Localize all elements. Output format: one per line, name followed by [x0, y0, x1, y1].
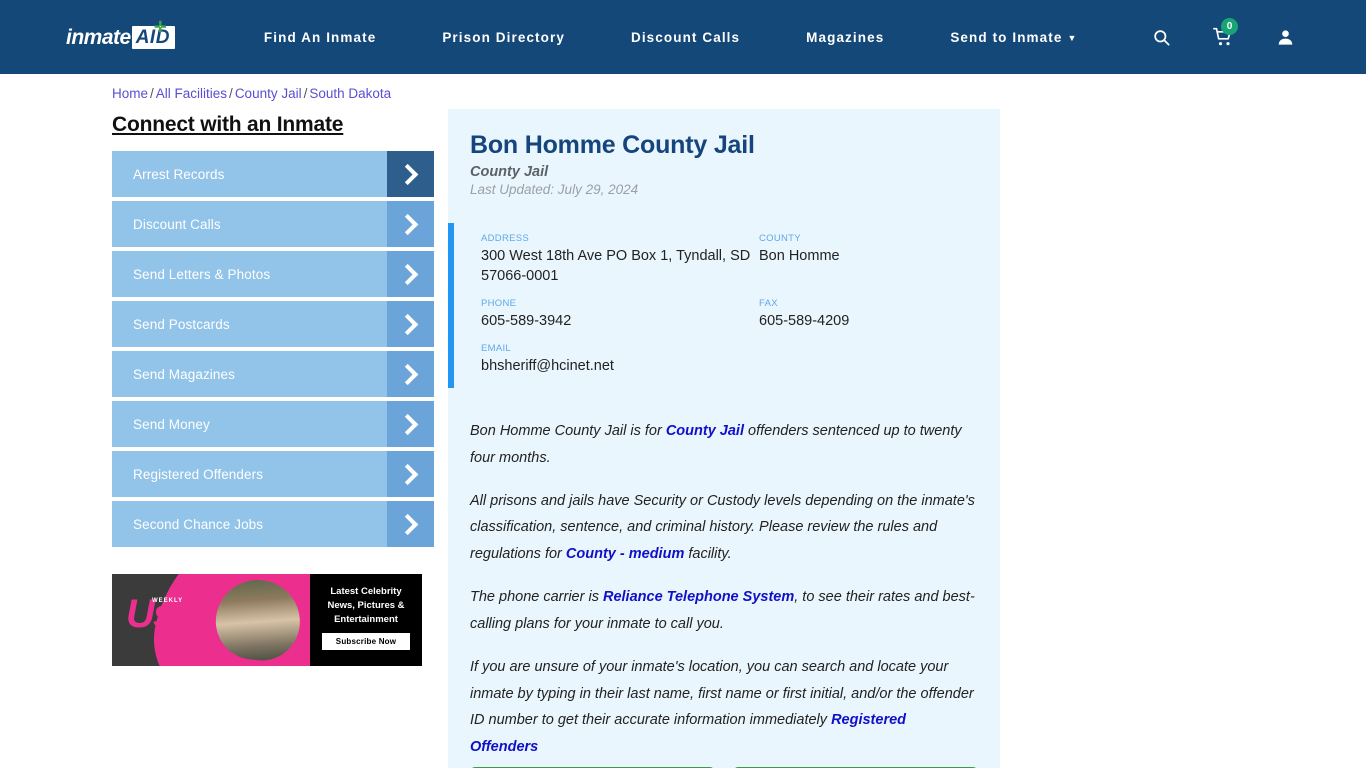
text-segment: Bon Homme County Jail is for [470, 423, 666, 439]
page-body: Home / All Facilities / County Jail / South Da… [0, 74, 1366, 768]
link-reliance-telephone-system[interactable]: Reliance Telephone System [603, 589, 794, 605]
breadcrumb-item-all-facilities[interactable]: All Facilities [156, 86, 227, 101]
facility-type-label: County Jail [470, 164, 549, 180]
facility-description: Bon Homme County Jail is for County Jail… [448, 410, 1000, 761]
nav-item-find-an-inmate[interactable]: Find An Inmate [231, 30, 409, 45]
nav-label: Prison Directory [442, 29, 565, 45]
county-label: COUNTY [759, 233, 801, 244]
header-icon-group: 0 [1150, 0, 1296, 74]
chevron-right-icon [387, 251, 434, 297]
sidebar-item-arrest-records[interactable]: Arrest Records [112, 151, 434, 197]
fax-label: FAX [759, 298, 778, 309]
sidebar-item-discount-calls[interactable]: Discount Calls [112, 201, 434, 247]
nav-label: Discount Calls [630, 29, 741, 45]
logo-plus-icon: ✛ [154, 19, 167, 36]
ad-subscribe-button[interactable]: Subscribe Now [322, 633, 410, 651]
content-layout: Connect with an Inmate Arrest Records Di… [0, 109, 1366, 768]
chevron-right-icon [387, 401, 434, 447]
last-updated-text: Last Updated: July 29, 2024 [470, 182, 639, 197]
user-icon[interactable] [1274, 26, 1296, 48]
cart-icon[interactable]: 0 [1212, 18, 1238, 48]
sidebar-item-label: Second Chance Jobs [133, 516, 264, 532]
sidebar-item-label: Send Letters & Photos [133, 266, 271, 282]
nav-item-discount-calls[interactable]: Discount Calls [598, 30, 773, 45]
sidebar: Connect with an Inmate Arrest Records Di… [112, 109, 434, 768]
address-label: ADDRESS [481, 233, 530, 244]
logo-wordmark: inmate [66, 25, 131, 49]
breadcrumb-separator: / [150, 86, 154, 101]
facility-header: Bon Homme County Jail County Jail Last U… [448, 131, 1000, 197]
contact-address: ADDRESS 300 West 18th Ave PO Box 1, Tynd… [481, 233, 759, 286]
chevron-down-icon: ▼ [1067, 32, 1078, 43]
sidebar-item-label: Discount Calls [133, 216, 221, 232]
email-label: EMAIL [481, 343, 512, 354]
sidebar-item-send-postcards[interactable]: Send Postcards [112, 301, 434, 347]
breadcrumb-item-south-dakota[interactable]: South Dakota [309, 86, 391, 101]
primary-nav: Find An Inmate Prison Directory Discount… [231, 30, 1111, 45]
chevron-right-icon [387, 451, 434, 497]
paragraph-phone-carrier: The phone carrier is Reliance Telephone … [470, 584, 978, 638]
paragraph-security-levels: All prisons and jails have Security or C… [470, 488, 978, 568]
sidebar-item-label: Registered Offenders [133, 466, 264, 482]
breadcrumb-separator: / [303, 86, 308, 101]
sidebar-heading: Connect with an Inmate [112, 113, 344, 136]
contact-phone: PHONE 605-589-3942 [481, 298, 759, 331]
address-value: 300 West 18th Ave PO Box 1, Tyndall, SD … [481, 248, 751, 284]
cart-count-badge: 0 [1221, 18, 1238, 35]
nav-label: Send to Inmate [950, 29, 1063, 45]
email-value[interactable]: bhsheriff@hcinet.net [481, 356, 759, 376]
facility-contact-block: ADDRESS 300 West 18th Ave PO Box 1, Tynd… [448, 223, 1000, 388]
ad-copy-panel: Latest Celebrity News, Pictures & Entert… [310, 574, 422, 666]
breadcrumb-item-home[interactable]: Home [112, 86, 148, 101]
nav-item-send-to-inmate[interactable]: Send to Inmate ▼ [917, 30, 1110, 45]
nav-label: Find An Inmate [263, 29, 377, 45]
chevron-right-icon [387, 351, 434, 397]
page-title: Bon Homme County Jail [470, 131, 755, 159]
advertisement-banner[interactable]: Us WEEKLY Latest Celebrity News, Picture… [112, 574, 422, 666]
site-logo[interactable]: inmate AID ✛ [66, 20, 175, 50]
contact-county: COUNTY Bon Homme [759, 233, 1000, 286]
ad-headline: Latest Celebrity News, Pictures & Entert… [327, 586, 405, 625]
top-navigation-bar: inmate AID ✛ Find An Inmate Prison Direc… [0, 0, 1366, 74]
text-segment: The phone carrier is [470, 589, 603, 606]
contact-email: EMAIL bhsheriff@hcinet.net [481, 343, 759, 376]
sidebar-item-send-letters-photos[interactable]: Send Letters & Photos [112, 251, 434, 297]
breadcrumb-item-county-jail[interactable]: County Jail [235, 86, 302, 101]
link-county-jail[interactable]: County Jail [666, 423, 744, 439]
link-county-medium[interactable]: County - medium [566, 546, 684, 562]
county-value: Bon Homme [759, 248, 840, 264]
sidebar-item-registered-offenders[interactable]: Registered Offenders [112, 451, 434, 497]
nav-label: Magazines [806, 29, 885, 45]
phone-label: PHONE [481, 298, 517, 309]
fax-value: 605-589-4209 [759, 313, 850, 329]
text-segment: facility. [684, 546, 732, 563]
ad-brand-sublabel: WEEKLY [152, 598, 184, 604]
sidebar-item-label: Send Postcards [133, 316, 230, 332]
action-button-row [448, 753, 1000, 768]
sidebar-item-send-magazines[interactable]: Send Magazines [112, 351, 434, 397]
contact-fax: FAX 605-589-4209 [759, 298, 1000, 331]
breadcrumb: Home / All Facilities / County Jail / South Da… [0, 74, 1366, 101]
sidebar-item-label: Arrest Records [133, 166, 225, 182]
breadcrumb-separator: / [229, 86, 233, 101]
chevron-right-icon [387, 301, 434, 347]
sidebar-item-label: Send Money [133, 416, 210, 432]
sidebar-item-second-chance-jobs[interactable]: Second Chance Jobs [112, 501, 434, 547]
chevron-right-icon [387, 501, 434, 547]
sidebar-item-send-money[interactable]: Send Money [112, 401, 434, 447]
phone-value[interactable]: 605-589-3942 [481, 311, 759, 331]
paragraph-sentencing: Bon Homme County Jail is for County Jail… [470, 418, 978, 472]
chevron-right-icon [387, 201, 434, 247]
search-icon[interactable] [1150, 26, 1172, 48]
sidebar-item-label: Send Magazines [133, 366, 235, 382]
nav-item-prison-directory[interactable]: Prison Directory [409, 30, 598, 45]
paragraph-inmate-search: If you are unsure of your inmate's locat… [470, 654, 978, 761]
facility-detail-panel: Bon Homme County Jail County Jail Last U… [448, 109, 1000, 768]
nav-item-magazines[interactable]: Magazines [773, 30, 917, 45]
chevron-right-icon [387, 151, 434, 197]
contact-grid: ADDRESS 300 West 18th Ave PO Box 1, Tynd… [481, 233, 1000, 376]
